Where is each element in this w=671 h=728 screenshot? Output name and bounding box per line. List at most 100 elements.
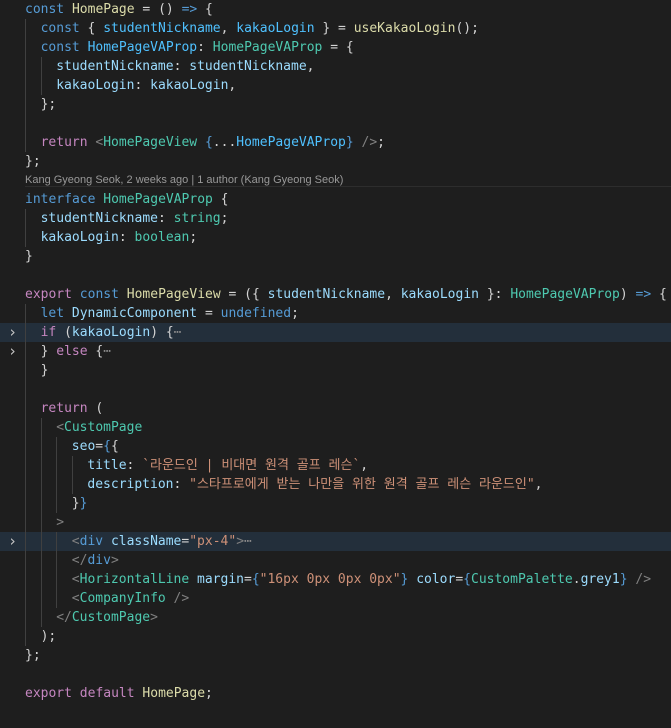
- code-line[interactable]: }: [0, 361, 671, 380]
- code-line[interactable]: export const HomePageView = ({ studentNi…: [0, 285, 671, 304]
- code-line[interactable]: studentNickname: studentNickname,: [0, 57, 671, 76]
- code-token: );: [40, 629, 57, 644]
- code-line[interactable]: [0, 114, 671, 133]
- indent-guide: [25, 342, 26, 361]
- code-token: ();: [455, 21, 479, 36]
- code-token: useKakaoLogin: [353, 21, 456, 36]
- indent-guide: [25, 361, 26, 380]
- code-token: const: [40, 40, 80, 55]
- code-token: };: [40, 97, 57, 112]
- indent-guide: [40, 76, 42, 95]
- code-line[interactable]: title: `라운드인 | 비대면 원격 골프 레슨`,: [0, 456, 671, 475]
- chevron-right-icon[interactable]: ›: [8, 323, 20, 342]
- code-token: className: [110, 534, 182, 549]
- code-line[interactable]: <CustomPage: [0, 418, 671, 437]
- code-line[interactable]: const { studentNickname, kakaoLogin } = …: [0, 19, 671, 38]
- code-text: const { studentNickname, kakaoLogin } = …: [41, 19, 479, 38]
- code-token: </: [71, 553, 88, 568]
- code-line[interactable]: );: [0, 627, 671, 646]
- code-line[interactable]: return <HomePageView {...HomePageVAProp}…: [0, 133, 671, 152]
- code-token: HorizontalLine: [79, 572, 190, 587]
- code-line[interactable]: </CustomPage>: [0, 608, 671, 627]
- indent-guide: [25, 456, 26, 475]
- indent-guide: [40, 570, 42, 589]
- code-token: CustomPage: [64, 420, 143, 435]
- indent-guide: [25, 532, 26, 551]
- code-line[interactable]: };: [0, 152, 671, 171]
- chevron-right-icon[interactable]: ›: [8, 342, 20, 361]
- code-line[interactable]: return (: [0, 399, 671, 418]
- code-line[interactable]: ›} else {⋯: [0, 342, 671, 361]
- indent-guide: [25, 76, 26, 95]
- code-token: <: [56, 420, 65, 435]
- indent-guide: [71, 475, 73, 494]
- code-editor[interactable]: const HomePage = () => {const { studentN…: [0, 0, 671, 728]
- code-line[interactable]: interface HomePageVAProp {: [0, 190, 671, 209]
- indent-guide: [40, 513, 42, 532]
- indent-guide: [25, 323, 26, 342]
- code-token: <: [71, 572, 80, 587]
- code-line[interactable]: kakaoLogin: kakaoLogin,: [0, 76, 671, 95]
- code-line[interactable]: export default HomePage;: [0, 684, 671, 703]
- code-line[interactable]: >: [0, 513, 671, 532]
- code-token: CompanyInfo: [79, 591, 166, 606]
- code-text: studentNickname: string;: [41, 209, 229, 228]
- code-line[interactable]: description: "스타프로에게 받는 나만을 위한 원격 골프 레슨 …: [0, 475, 671, 494]
- indent-guide: [56, 570, 58, 589]
- code-line[interactable]: › <div className="px-4">⋯: [0, 532, 671, 551]
- code-token: ,: [360, 458, 369, 473]
- code-line[interactable]: let DynamicComponent = undefined;: [0, 304, 671, 323]
- code-token: const: [25, 2, 65, 17]
- code-line[interactable]: studentNickname: string;: [0, 209, 671, 228]
- code-line[interactable]: [0, 380, 671, 399]
- code-line[interactable]: const HomePageVAProp: HomePageVAProp = {: [0, 38, 671, 57]
- code-line[interactable]: };: [0, 95, 671, 114]
- indent-guide: [25, 513, 26, 532]
- code-line[interactable]: };: [0, 646, 671, 665]
- code-token: };: [25, 648, 41, 663]
- code-token: ,: [534, 477, 543, 492]
- code-token: studentNickname: [103, 21, 221, 36]
- code-text: );: [41, 627, 57, 646]
- indent-guide: [25, 57, 26, 76]
- code-token: "px-4": [189, 534, 237, 549]
- code-token: ,: [385, 287, 401, 302]
- code-token: :: [126, 458, 143, 473]
- code-token: HomePageVAProp: [103, 192, 213, 207]
- code-line[interactable]: <HorizontalLine margin={"16px 0px 0px 0p…: [0, 570, 671, 589]
- code-token: />: [173, 591, 190, 606]
- code-line[interactable]: [0, 266, 671, 285]
- code-line[interactable]: const HomePage = () => {: [0, 0, 671, 19]
- git-blame-codelens[interactable]: Kang Gyeong Seok, 2 weeks ago | 1 author…: [25, 171, 343, 190]
- indent-guide: [40, 418, 42, 437]
- code-token: {: [110, 439, 119, 454]
- code-token: >: [236, 534, 245, 549]
- code-token: ,: [220, 21, 237, 36]
- code-line[interactable]: [0, 665, 671, 684]
- indent-guide: [56, 475, 58, 494]
- code-token: default: [79, 686, 135, 701]
- code-token: ;: [205, 686, 213, 701]
- code-line[interactable]: }: [0, 247, 671, 266]
- chevron-right-icon[interactable]: ›: [8, 532, 20, 551]
- code-token: kakaoLogin: [40, 230, 119, 245]
- code-token: `라운드인 | 비대면 원격 골프 레슨`: [142, 458, 361, 473]
- code-token: = (): [134, 2, 182, 17]
- code-text: let DynamicComponent = undefined;: [41, 304, 299, 323]
- code-text: const HomePage = () => {: [25, 0, 213, 19]
- indent-guide: [40, 532, 42, 551]
- code-line[interactable]: Kang Gyeong Seok, 2 weeks ago | 1 author…: [0, 171, 671, 190]
- code-line[interactable]: kakaoLogin: boolean;: [0, 228, 671, 247]
- code-line[interactable]: }}: [0, 494, 671, 513]
- code-token: grey1: [580, 572, 620, 587]
- code-line[interactable]: › if (kakaoLogin) {⋯: [0, 323, 671, 342]
- code-text: <HorizontalLine margin={"16px 0px 0px 0p…: [72, 570, 651, 589]
- code-line[interactable]: </div>: [0, 551, 671, 570]
- code-token: ): [619, 287, 636, 302]
- code-line[interactable]: <CompanyInfo />: [0, 589, 671, 608]
- code-line[interactable]: seo={{: [0, 437, 671, 456]
- code-token: :: [134, 78, 151, 93]
- indent-guide: [56, 494, 58, 513]
